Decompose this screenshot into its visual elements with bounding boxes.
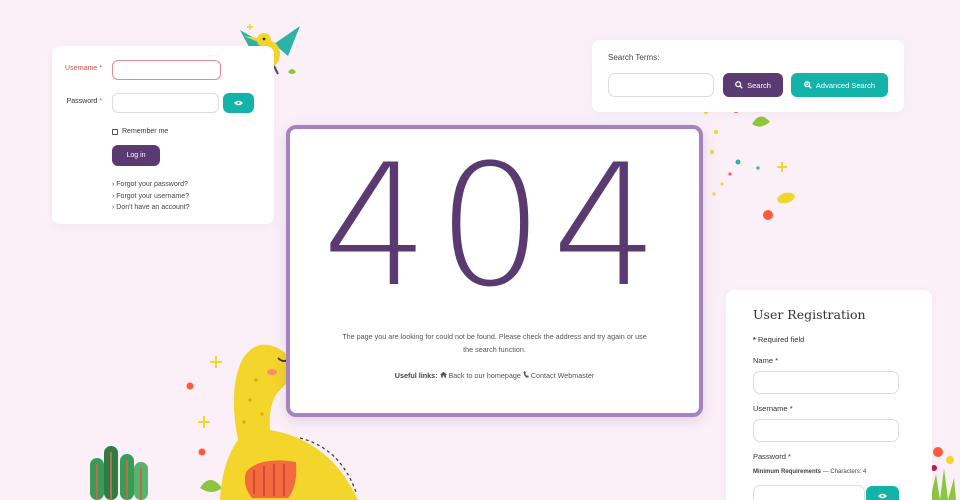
remember-me-checkbox[interactable] [112,128,118,135]
login-form: Username * Password * Remember me Log in… [52,46,274,224]
reg-show-password-button[interactable] [866,486,899,500]
confetti-decoration [704,107,795,220]
home-link[interactable]: Back to our homepage [439,371,523,380]
reg-username-input[interactable] [753,419,899,442]
registration-form: User Registration * Required field Name … [726,290,932,500]
search-button[interactable]: Search [723,73,783,97]
password-input[interactable] [112,93,219,113]
search-terms-label: Search Terms: [608,53,660,62]
create-account-link[interactable]: › Don't have an account? [112,202,190,214]
registration-title: User Registration [753,307,866,322]
required-field-note: * Required field [753,335,805,344]
forgot-username-link[interactable]: › Forgot your username? [112,191,190,203]
error-code: 404 [322,128,667,324]
contact-link[interactable]: Contact Webmaster [523,371,594,380]
reg-password-label: Password * [753,452,791,461]
reg-password-input[interactable] [753,485,865,500]
username-label: Username * [65,65,102,72]
show-password-button[interactable] [223,93,254,113]
advanced-search-button[interactable]: Advanced Search [791,73,888,97]
eye-icon [878,493,887,499]
login-button[interactable]: Log in [112,145,160,166]
search-icon [735,81,743,89]
useful-links: Useful links: Back to our homepage Conta… [290,371,699,380]
phone-icon [523,371,529,378]
name-label: Name * [753,356,779,365]
error-message: The page you are looking for could not b… [342,332,647,354]
remember-me-option[interactable]: Remember me [112,128,168,135]
password-requirements: Minimum Requirements — Characters: 4 [753,469,867,475]
password-label: Password * [66,98,102,105]
eye-icon [234,100,243,106]
home-icon [439,371,447,378]
error-panel: 404 The page you are looking for could n… [286,125,703,417]
forgot-password-link[interactable]: › Forgot your password? [112,179,190,191]
search-button-label: Search [747,80,771,90]
remember-me-label: Remember me [122,128,169,135]
reg-username-label: Username * [753,404,793,413]
username-input[interactable] [112,60,221,80]
search-input[interactable] [608,73,714,97]
trees-illustration [90,446,148,500]
name-input[interactable] [753,371,899,394]
useful-links-label: Useful links: [394,371,438,380]
login-links: › Forgot your password? › Forgot your us… [112,179,190,214]
zoom-in-icon [804,81,812,89]
search-form: Search Terms: Search Advanced Search [592,40,904,112]
advanced-search-label: Advanced Search [815,80,876,90]
